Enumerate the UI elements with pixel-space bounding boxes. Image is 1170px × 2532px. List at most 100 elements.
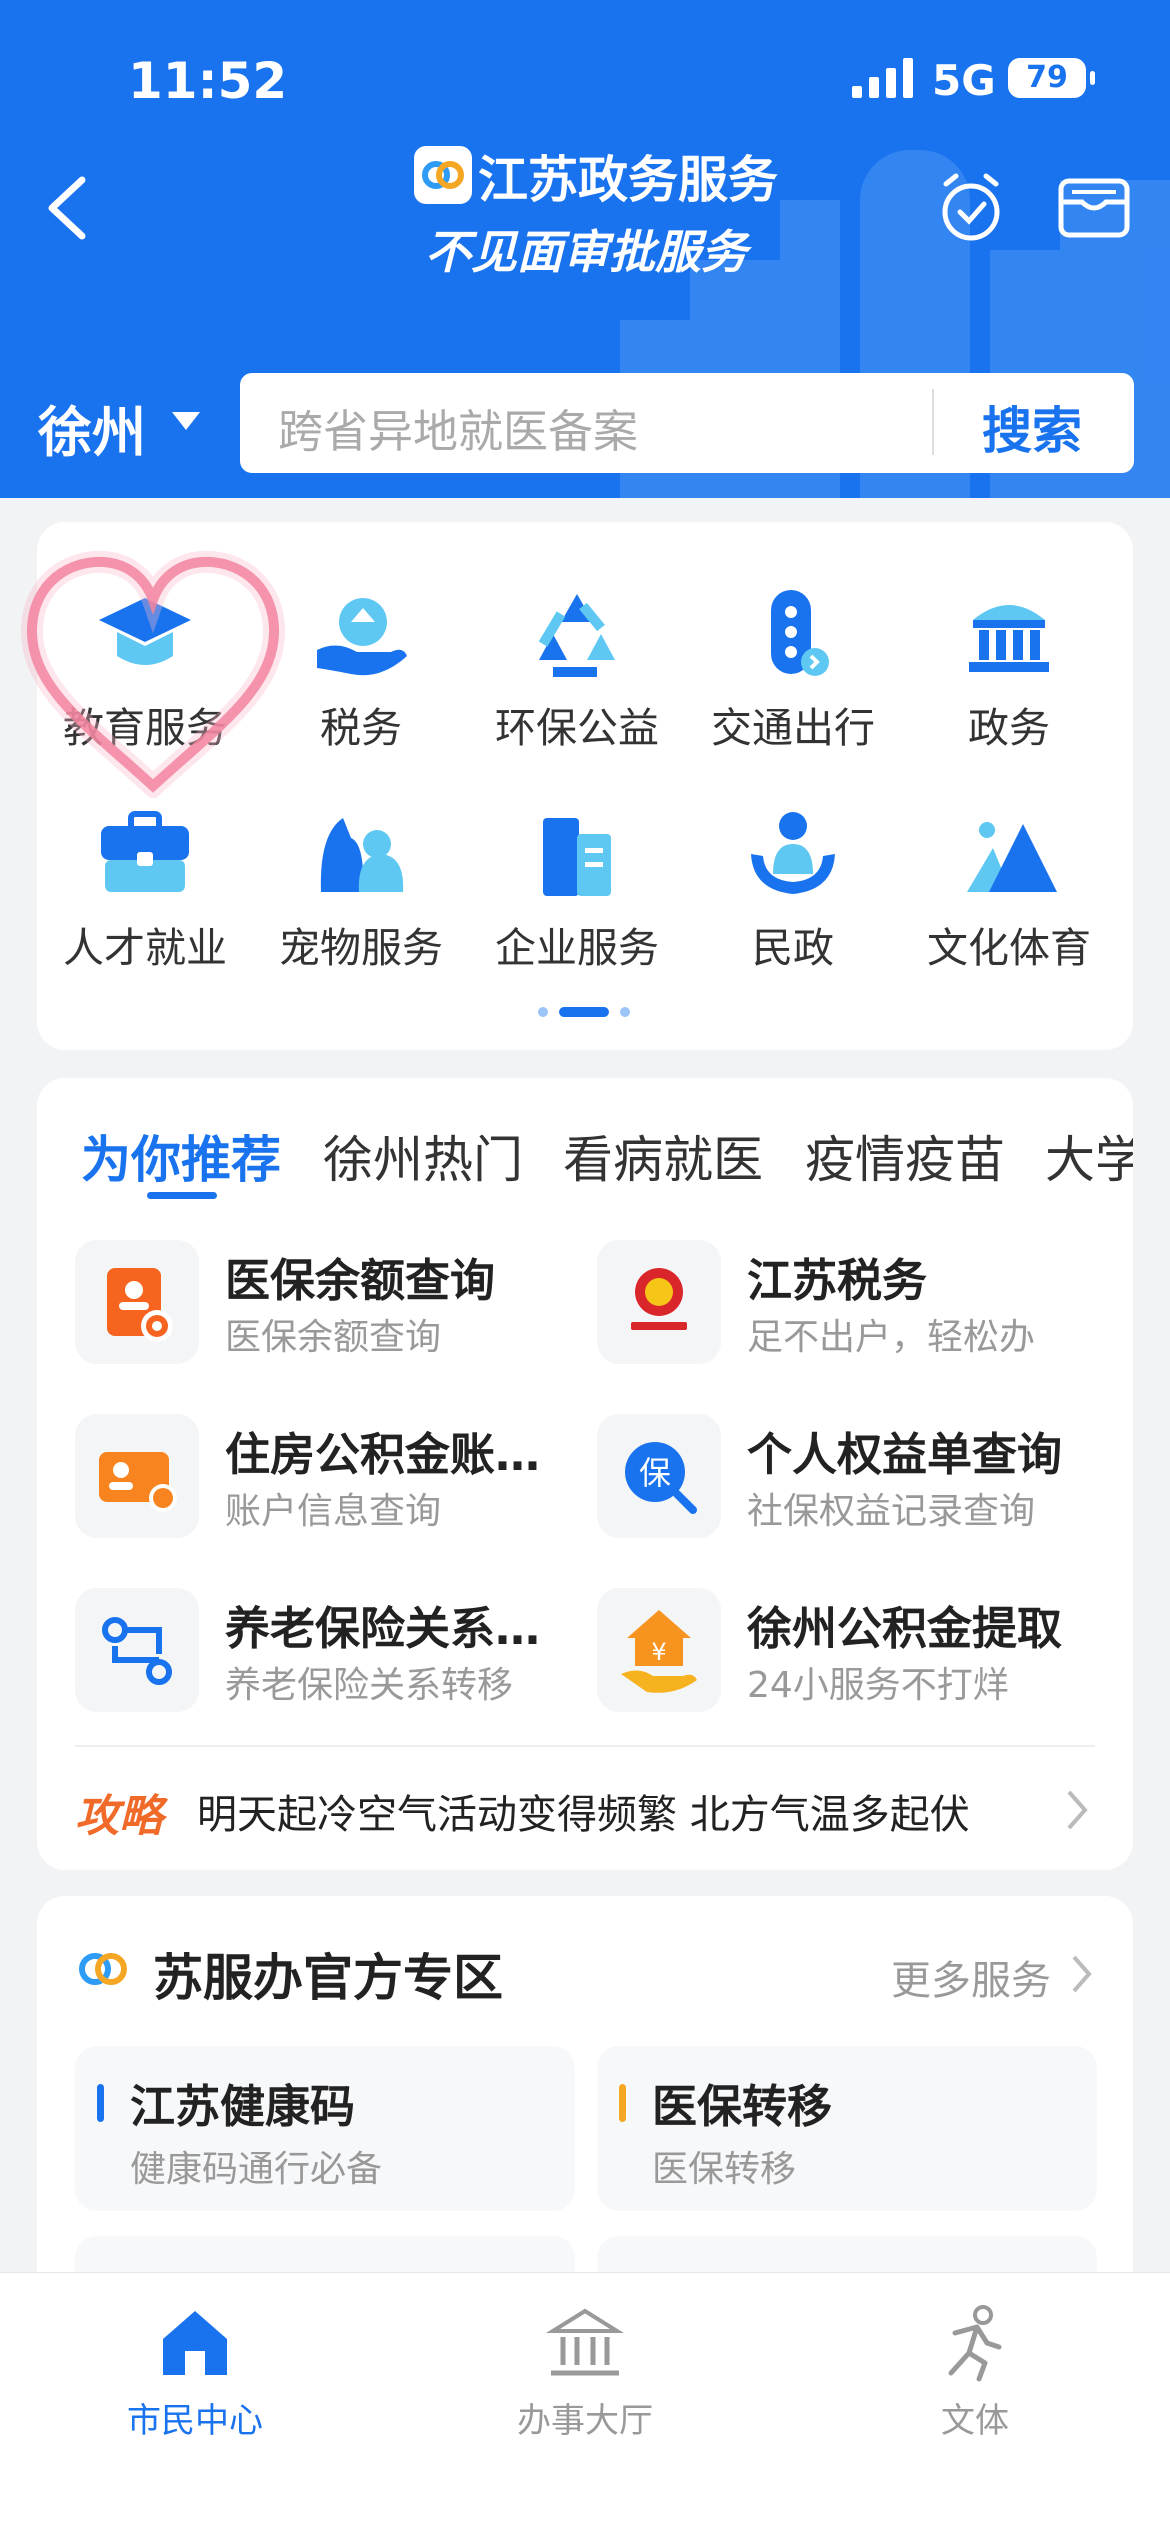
alarm-clock-icon[interactable] <box>938 172 1004 242</box>
divider <box>75 1745 1095 1747</box>
category-label: 文化体育 <box>927 924 1091 972</box>
service-subtitle: 足不出户，轻松办 <box>747 1317 1036 1358</box>
app-subtitle: 不见面审批服务 <box>425 225 747 279</box>
service-title: 个人权益单查询 <box>747 1428 1063 1481</box>
tab-label: 文体 <box>941 2401 1009 2441</box>
mountain-icon <box>967 822 1057 892</box>
tax-emblem-icon <box>597 1240 721 1364</box>
tab-label: 办事大厅 <box>517 2401 653 2441</box>
tab-university[interactable]: 大学 <box>1045 1120 1133 1192</box>
category-label: 交通出行 <box>711 704 875 752</box>
fund-withdraw-icon: ¥ <box>597 1588 721 1712</box>
service-subtitle: 24小服务不打烊 <box>747 1665 1009 1706</box>
chevron-down-icon[interactable] <box>172 412 200 432</box>
svg-text:保: 保 <box>639 1454 671 1492</box>
service-title: 江苏税务 <box>747 1254 928 1307</box>
tab-epidemic[interactable]: 疫情疫苗 <box>805 1120 1005 1192</box>
more-services-link[interactable]: 更多服务 <box>891 1948 1051 2006</box>
service-title: 住房公积金账… <box>225 1428 541 1481</box>
recommend-tabs: 为你推荐 徐州热门 看病就医 疫情疫苗 大学 <box>37 1078 1133 1218</box>
search-box[interactable]: 跨省异地就医备案 搜索 <box>240 373 1134 473</box>
service-title: 医保余额查询 <box>225 1254 496 1307</box>
enterprise-building-icon <box>543 818 611 896</box>
bottom-tab-bar: 市民中心 办事大厅 文体 <box>0 2272 1170 2532</box>
zone-subtitle: 健康码通行必备 <box>130 2149 383 2190</box>
category-label: 企业服务 <box>495 924 659 972</box>
pet-icon <box>320 818 404 892</box>
chevron-right-icon[interactable] <box>1071 1954 1093 1994</box>
back-icon[interactable] <box>44 176 88 240</box>
category-civil-affairs[interactable]: 民政 <box>685 804 901 972</box>
search-divider <box>932 389 934 455</box>
signal-icon <box>852 58 913 98</box>
search-input[interactable]: 跨省异地就医备案 <box>278 395 638 460</box>
service-subtitle: 社保权益记录查询 <box>747 1491 1036 1532</box>
service-item[interactable]: 住房公积金账… 账户信息查询 <box>75 1414 595 1544</box>
category-label: 政务 <box>968 704 1050 752</box>
service-item[interactable]: 江苏税务 足不出户，轻松办 <box>597 1240 1117 1370</box>
pension-transfer-icon <box>75 1588 199 1712</box>
tab-recommend[interactable]: 为你推荐 <box>81 1120 281 1192</box>
city-selector[interactable]: 徐州 <box>38 388 146 467</box>
page-dot <box>620 1007 630 1017</box>
category-pet[interactable]: 宠物服务 <box>253 804 469 972</box>
service-item[interactable]: 医保余额查询 医保余额查询 <box>75 1240 595 1370</box>
traffic-light-icon <box>771 590 829 676</box>
search-button[interactable]: 搜索 <box>982 391 1082 463</box>
zone-medical-transfer[interactable]: 医保转移 医保转移 <box>597 2046 1097 2211</box>
people-care-icon <box>751 812 835 894</box>
running-icon <box>948 2305 1002 2382</box>
header: 11:52 5G 79 江苏政务服务 不见面审批服务 徐州 跨省异地就医备案 搜… <box>0 0 1170 498</box>
official-title: 苏服办官方专区 <box>153 1949 503 2007</box>
category-culture-sports[interactable]: 文化体育 <box>901 804 1117 972</box>
category-enterprise[interactable]: 企业服务 <box>469 804 685 972</box>
tax-hand-icon <box>317 598 407 676</box>
insurance-search-icon: 保 <box>597 1414 721 1538</box>
category-label: 宠物服务 <box>279 924 443 972</box>
official-card: 苏服办官方专区 更多服务 江苏健康码 健康码通行必备 医保转移 医保转移 <box>37 1896 1133 2316</box>
service-item[interactable]: 养老保险关系… 养老保险关系转移 <box>75 1588 595 1718</box>
zone-title: 医保转移 <box>652 2080 833 2133</box>
service-title: 养老保险关系… <box>225 1602 541 1655</box>
category-label: 民政 <box>752 924 834 972</box>
briefcase-icon <box>101 811 189 892</box>
service-title: 徐州公积金提取 <box>747 1602 1063 1655</box>
tip-text: 明天起冷空气活动变得频繁 北方气温多起伏 <box>197 1792 970 1838</box>
page-dot-active <box>559 1007 609 1017</box>
tab-label: 市民中心 <box>127 2401 263 2441</box>
tab-medical[interactable]: 看病就医 <box>563 1120 763 1192</box>
category-label: 人才就业 <box>63 924 227 972</box>
heart-sticker <box>20 550 286 798</box>
service-subtitle: 养老保险关系转移 <box>225 1665 514 1706</box>
hall-icon <box>546 2308 624 2376</box>
service-subtitle: 账户信息查询 <box>225 1491 442 1532</box>
zone-subtitle: 医保转移 <box>652 2149 797 2190</box>
category-label: 环保公益 <box>495 704 659 752</box>
status-time: 11:52 <box>128 52 288 110</box>
zone-title: 江苏健康码 <box>130 2080 356 2133</box>
government-building-icon <box>969 605 1049 672</box>
service-item[interactable]: 保 个人权益单查询 社保权益记录查询 <box>597 1414 1117 1544</box>
home-icon <box>163 2311 227 2375</box>
page-dot <box>538 1007 548 1017</box>
active-tab-indicator <box>147 1192 217 1199</box>
accent-bar <box>97 2084 104 2122</box>
service-subtitle: 医保余额查询 <box>225 1317 442 1358</box>
category-employment[interactable]: 人才就业 <box>37 804 253 972</box>
recycle-icon <box>538 594 615 677</box>
service-item[interactable]: ¥ 徐州公积金提取 24小服务不打烊 <box>597 1588 1117 1718</box>
category-environment[interactable]: 环保公益 <box>469 584 685 752</box>
tip-row[interactable]: 攻略 明天起冷空气活动变得频繁 北方气温多起伏 <box>75 1780 1095 1842</box>
medical-insurance-icon <box>75 1240 199 1364</box>
network-label: 5G <box>932 56 996 105</box>
category-government[interactable]: 政务 <box>901 584 1117 752</box>
sufuban-logo-icon <box>79 1953 127 1985</box>
tab-xuzhou-hot[interactable]: 徐州热门 <box>323 1120 523 1192</box>
zone-health-code[interactable]: 江苏健康码 健康码通行必备 <box>75 2046 575 2211</box>
category-traffic[interactable]: 交通出行 <box>685 584 901 752</box>
chevron-right-icon <box>1067 1790 1088 1830</box>
accent-bar <box>619 2084 626 2122</box>
battery-icon: 79 <box>1008 58 1095 98</box>
card-wallet-icon[interactable] <box>1058 178 1130 238</box>
svg-text:¥: ¥ <box>651 1638 666 1666</box>
